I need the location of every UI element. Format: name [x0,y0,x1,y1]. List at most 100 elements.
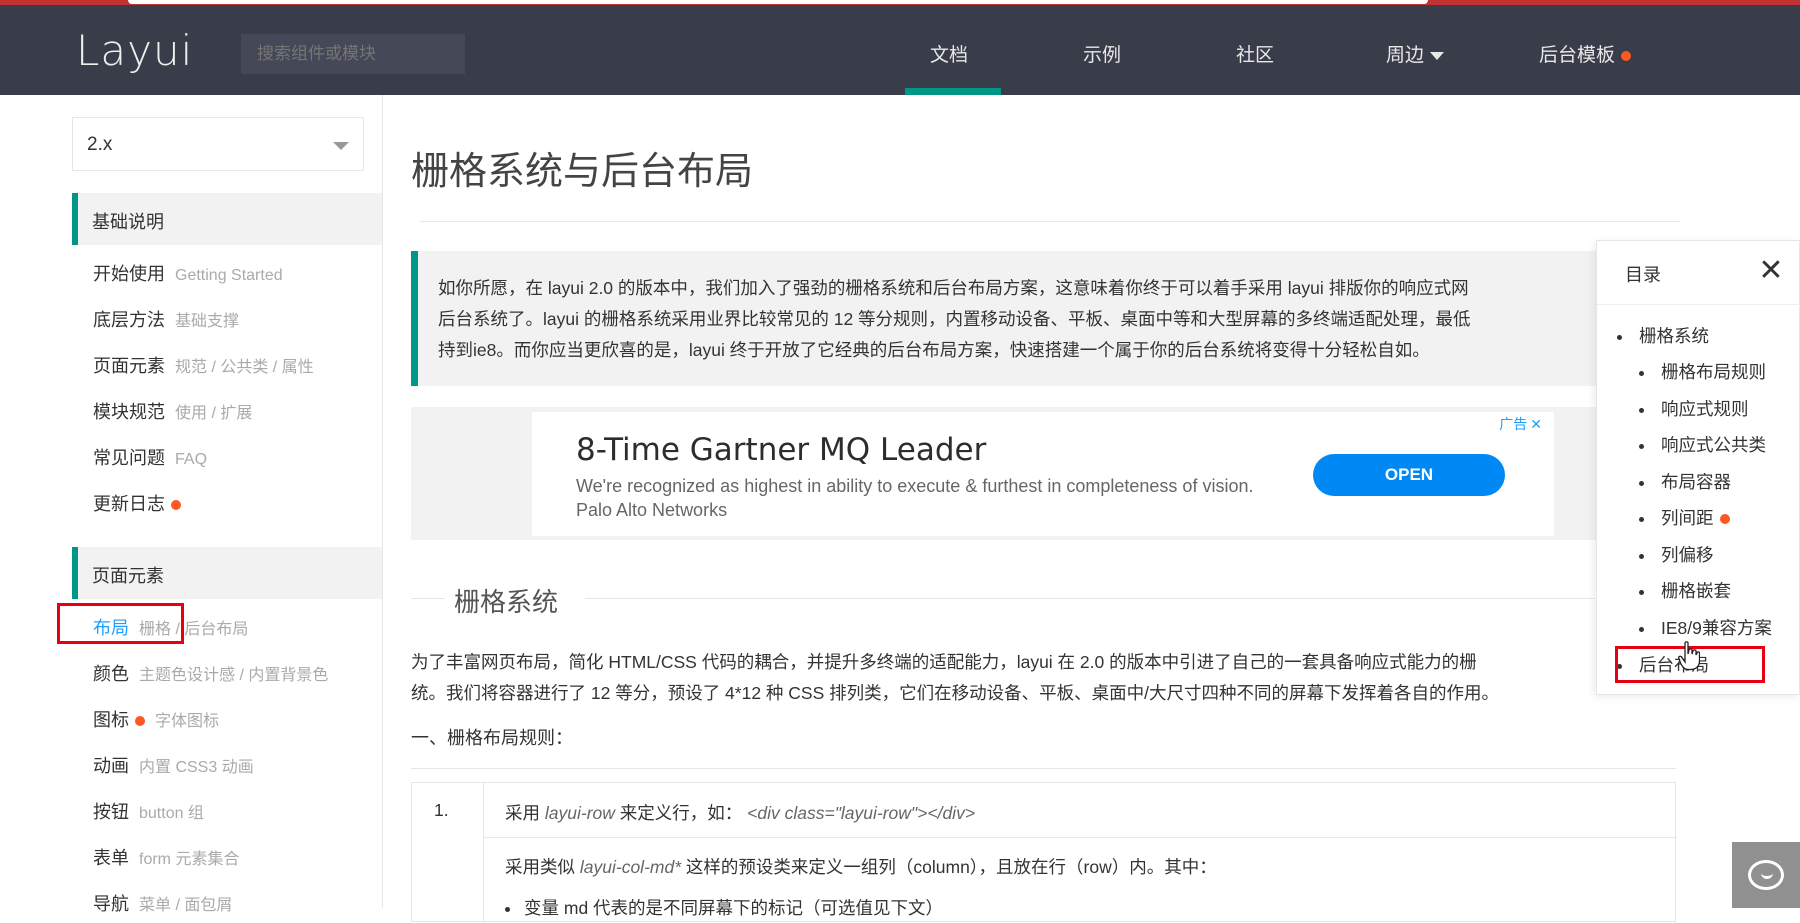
ad-open-button[interactable]: OPEN [1313,454,1505,496]
sidebar-item-faq[interactable]: 常见问题 FAQ [93,444,207,470]
sidebar-item-label: 更新日志 [93,494,165,514]
table-row-divider [483,837,1677,838]
toc-item[interactable]: 响应式公共类 [1639,432,1766,457]
sidebar-section-basics: 基础说明 [72,193,382,245]
close-icon[interactable]: ✕ [1755,255,1787,287]
section-title-grid: 栅格系统 [451,582,562,619]
bullet [1617,334,1622,340]
caret-down-icon [1430,51,1445,60]
hand-pointer-icon [1678,641,1700,671]
toc-item-label: 响应式规则 [1661,399,1749,419]
rule-subtitle: 一、栅格布局规则： [411,728,573,748]
chat-button[interactable] [1732,842,1800,908]
sidebar-item-sub: FAQ [175,451,208,468]
nav-item-label: 周边 [1386,45,1425,66]
bullet [1639,370,1644,376]
nav-item-label: 后台模板 [1539,45,1616,66]
nav-item-admin-template[interactable]: 后台模板 [1539,40,1632,67]
toc-item[interactable]: 列偏移 [1639,542,1714,567]
chat-bubble-icon [1748,860,1784,890]
bullet [1639,589,1644,595]
toc-item-label: 栅格系统 [1639,326,1709,346]
sidebar-item-sub: 主题色设计感 / 内置背景色 [139,667,329,684]
smile-mark [1761,873,1773,879]
table-row-number: 1. [434,800,449,820]
sidebar-item-label: 动画 [93,756,129,776]
sidebar-item-button[interactable]: 按钮 button 组 [93,798,204,824]
sidebar-item-label: 底层方法 [93,310,165,330]
sidebar-item-form[interactable]: 表单 form 元素集合 [93,844,239,870]
sidebar-item-icon[interactable]: 图标 字体图标 [93,706,219,732]
new-badge-dot [135,716,145,727]
new-badge-dot [1621,50,1632,61]
sidebar-item-nav[interactable]: 导航 菜单 / 面包屑 [93,890,232,916]
cell-code: layui-col-md* [579,857,682,877]
sidebar-item-module-spec[interactable]: 模块规范 使用 / 扩展 [93,398,252,424]
intro-quote: 如你所愿，在 layui 2.0 的版本中，我们加入了强劲的栅格系统和后台布局方… [411,251,1611,386]
highlight-box-layout [57,603,184,644]
ad-title: 8-Time Gartner MQ Leader [576,432,987,468]
bullet [1639,480,1644,486]
sidebar-item-page-elements[interactable]: 页面元素 规范 / 公共类 / 属性 [93,352,314,378]
sidebar-item-label: 常见问题 [93,448,165,468]
version-value: 2.x [87,134,113,155]
cell-text: 变量 md 代表的是不同屏幕下的标记（可选值见下文） [524,898,944,918]
sidebar-item-getting-started[interactable]: 开始使用 Getting Started [93,260,283,286]
sidebar-section-page-elements: 页面元素 [72,547,382,599]
table-col-divider [483,783,484,923]
cell-text: 这样的预设类来定义一组列（column），且放在行（row）内。其中： [685,857,1217,877]
toc-item[interactable]: 栅格嵌套 [1639,578,1731,603]
toc-header: 目录 ✕ [1597,241,1800,305]
cell-text: 采用 [505,803,540,823]
toc-item[interactable]: IE8/9兼容方案 [1639,615,1772,640]
toc-item-label: 列偏移 [1661,545,1714,565]
section-title-line-right [585,598,1595,599]
ad-banner[interactable]: 广告 ✕ 8-Time Gartner MQ Leader We're recog… [532,412,1554,536]
toc-item-label: 栅格嵌套 [1661,581,1731,601]
para-line: 统。我们将容器进行了 12 等分，预设了 4*12 种 CSS 排列类，它们在移… [411,683,1499,703]
sidebar-item-label: 导航 [93,894,129,914]
version-select[interactable]: 2.x [72,117,364,171]
toc-item[interactable]: 响应式规则 [1639,396,1749,421]
cell-code: layui-row [544,803,615,823]
sidebar-item-sub: 内置 CSS3 动画 [139,759,254,776]
nav-item-community[interactable]: 社区 [1236,40,1274,67]
section-title-line-left [411,598,445,599]
nav-item-label: 文档 [930,45,969,66]
nav-active-indicator [905,88,1001,95]
nav-item-examples[interactable]: 示例 [1083,40,1121,67]
toc-item[interactable]: 布局容器 [1639,469,1731,494]
toc-item-label: IE8/9兼容方案 [1661,618,1772,638]
chevron-down-icon [333,142,349,150]
nav-item-label: 示例 [1083,45,1122,66]
bullet [1639,407,1644,413]
title-divider [420,221,1680,222]
nav-item-label: 社区 [1236,45,1275,66]
search-input[interactable] [241,34,465,74]
new-badge-dot [171,500,181,511]
nav-item-periphery[interactable]: 周边 [1386,40,1445,67]
top-header: Layui 文档 示例 社区 周边 后台模板 [0,0,1800,95]
toc-item-label: 列间距 [1661,508,1714,528]
sidebar-item-sub: 基础支撑 [175,313,240,330]
toc-item[interactable]: 列间距 [1639,505,1730,530]
nav-item-docs[interactable]: 文档 [930,40,968,67]
sidebar-item-base-methods[interactable]: 底层方法 基础支撑 [93,306,239,332]
ad-label-text: 广告 [1499,416,1528,432]
sidebar-item-sub: button 组 [139,805,204,822]
toc-title: 目录 [1625,265,1661,285]
rule-divider [411,768,1676,769]
toc-item[interactable]: 栅格布局规则 [1639,359,1766,384]
sidebar-item-changelog[interactable]: 更新日志 [93,490,181,516]
sidebar-item-animation[interactable]: 动画 内置 CSS3 动画 [93,752,254,778]
sidebar-item-color[interactable]: 颜色 主题色设计感 / 内置背景色 [93,660,328,686]
table-cell: 采用类似 layui-col-md* 这样的预设类来定义一组列（column），… [505,854,1217,879]
rules-table: 1. 采用 layui-row 来定义行，如： <div class="layu… [411,782,1677,923]
sidebar-item-label: 表单 [93,848,129,868]
toc-item[interactable]: 栅格系统 [1617,323,1709,348]
bullet [1639,626,1644,632]
toc-item-label: 响应式公共类 [1661,435,1766,455]
logo[interactable]: Layui [76,26,193,75]
ad-close-icon[interactable]: ✕ [1530,416,1542,432]
new-badge-dot [1719,514,1730,525]
